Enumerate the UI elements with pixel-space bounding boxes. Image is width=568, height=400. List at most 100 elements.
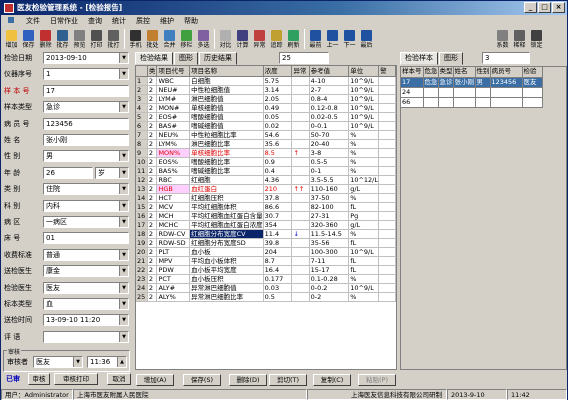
chevron-down-icon[interactable]: ▼ <box>119 331 128 342</box>
toolbar-button-phone[interactable]: 手机 <box>127 29 144 50</box>
table-row[interactable]: 14 2 HCT 红细胞压积 37.8 37-50% <box>136 193 396 203</box>
chevron-down-icon[interactable]: ▼ <box>119 282 128 293</box>
sample-row[interactable]: 24 <box>401 87 543 98</box>
action-button-4[interactable]: 复制(C) <box>313 374 351 386</box>
table-row[interactable]: 12 2 RBC 红细胞 4.36 3.5-5.5 10^12/L <box>136 175 396 185</box>
table-row[interactable]: 9 2 MON% 单核细胞比率 8.5 ↑ 3-8% <box>136 148 396 158</box>
column-header[interactable]: 危急 <box>423 67 439 78</box>
table-row[interactable]: 1 2 WBC 白细胞 5.75 4-10 10^9/L <box>136 76 396 86</box>
form-field[interactable]: 123456 <box>43 117 129 130</box>
form-field[interactable]: 26 <box>43 166 93 179</box>
table-row[interactable]: 24 2 ALY# 异常淋巴细胞值 0.03 0-0.2 10^9/L <box>136 283 396 293</box>
toolbar-button-next[interactable]: 下一 <box>341 29 358 50</box>
chevron-down-icon[interactable]: ▼ <box>119 200 128 211</box>
action-button-3[interactable]: 剪切(T) <box>269 374 307 386</box>
toolbar-button-refresh[interactable]: 刷新 <box>285 29 302 50</box>
column-header[interactable]: 异常 <box>291 66 310 77</box>
form-field[interactable]: 17 <box>43 84 129 97</box>
column-header[interactable]: 浓度 <box>263 66 293 77</box>
form-field[interactable]: 1 ▼ <box>43 68 129 81</box>
column-header[interactable]: 性别 <box>475 67 491 78</box>
toolbar-button-batch-process[interactable]: 批处 <box>144 29 161 50</box>
form-field[interactable]: 01 <box>43 232 129 245</box>
result-count-field[interactable]: 25 <box>279 52 329 64</box>
toolbar-button-print[interactable]: 打印 <box>88 29 105 50</box>
menu-item-2[interactable]: 查询 <box>83 15 107 28</box>
table-row[interactable]: 20 2 PLT 血小板 204 100-300 10^9/L <box>136 247 396 257</box>
table-row[interactable]: 23 2 PCT 血小板压积 0.177 0.1-0.28% <box>136 274 396 284</box>
toolbar-button-preview[interactable]: 预览 <box>71 29 88 50</box>
tab-1[interactable]: 图形 <box>174 52 198 65</box>
form-field[interactable]: 急诊 ▼ <box>43 101 129 114</box>
column-header[interactable]: 病员号 <box>490 67 523 78</box>
form-field[interactable]: 康金 ▼ <box>43 265 129 278</box>
toolbar-button-add[interactable]: 增加 <box>3 29 20 50</box>
toolbar-button-last[interactable]: 最后 <box>358 29 375 50</box>
age-unit-select[interactable]: 岁 ▼ <box>95 166 129 179</box>
column-header[interactable]: 项目代号 <box>156 66 191 77</box>
chevron-down-icon[interactable]: ▼ <box>119 249 128 260</box>
menu-item-1[interactable]: 日常作业 <box>45 15 83 28</box>
form-field[interactable]: ▼ <box>43 330 129 343</box>
column-header[interactable]: 类 <box>147 66 158 77</box>
sample-tab-0[interactable]: 检验样本 <box>400 52 438 65</box>
table-row[interactable]: 25 2 ALY% 异常淋巴细胞比率 0.5 0-2% <box>136 292 396 302</box>
reviewer-select[interactable]: 医友 ▼ <box>33 356 83 368</box>
table-row[interactable]: 3 2 LYM# 淋巴细胞值 2.05 0.8-4 10^9/L <box>136 94 396 104</box>
table-row[interactable]: 8 2 LYM% 淋巴细胞比率 35.6 20-40% <box>136 139 396 149</box>
toolbar-button-batch-print[interactable]: 批打 <box>105 29 122 50</box>
toolbar-button-move-column[interactable]: 移栏 <box>178 29 195 50</box>
menu-item-3[interactable]: 统计 <box>107 15 131 28</box>
column-header[interactable]: 姓名 <box>453 67 476 78</box>
menu-item-5[interactable]: 维护 <box>155 15 179 28</box>
review-time-field[interactable]: 11:36 ▲ <box>87 356 127 368</box>
chevron-down-icon[interactable]: ▼ <box>119 184 128 195</box>
toolbar-button-prev[interactable]: 上一 <box>324 29 341 50</box>
menu-item-4[interactable]: 质控 <box>131 15 155 28</box>
toolbar-button-coefficient[interactable]: 系数 <box>494 29 511 50</box>
column-header[interactable]: 检验 <box>522 67 543 78</box>
spinner-icon[interactable]: ▲ <box>117 357 126 367</box>
form-field[interactable]: 内科 ▼ <box>43 199 129 212</box>
form-field[interactable]: 住院 ▼ <box>43 183 129 196</box>
table-row[interactable]: 11 2 BAS% 嗜碱细胞比率 0.4 0-1% <box>136 166 396 176</box>
form-field[interactable]: 一病区 ▼ <box>43 216 129 228</box>
column-header[interactable]: 参考值 <box>309 66 350 77</box>
chevron-down-icon[interactable]: ▼ <box>119 53 128 63</box>
table-row[interactable]: 22 2 PDW 血小板平均宽度 16.4 15-17 fL <box>136 265 396 275</box>
chevron-down-icon[interactable]: ▼ <box>119 69 128 80</box>
tab-0[interactable]: 检验结果 <box>135 52 173 65</box>
table-row[interactable]: 5 2 EOS# 嗜酸细胞值 0.05 0.02-0.5 10^9/L <box>136 112 396 122</box>
table-row[interactable]: 16 2 MCH 平均红细胞血红蛋白含量 30.7 27-31 Pg <box>136 211 396 221</box>
toolbar-button-merge[interactable]: 合并 <box>161 29 178 50</box>
chevron-down-icon[interactable]: ▼ <box>73 357 82 367</box>
sample-tab-1[interactable]: 图形 <box>439 52 463 65</box>
table-row[interactable]: 15 2 MCV 平均红细胞体积 86.6 82-100 fL <box>136 202 396 212</box>
column-header[interactable]: 单位 <box>348 66 380 77</box>
action-button-5[interactable]: 粘贴(P) <box>358 374 396 386</box>
toolbar-button-abnormal[interactable]: 异常 <box>251 29 268 50</box>
table-row[interactable]: 10 2 EOS% 嗜酸细胞比率 0.9 0.5-5% <box>136 157 396 167</box>
form-field[interactable]: 张小刚 <box>43 134 129 146</box>
column-header[interactable]: 项目名称 <box>189 66 264 77</box>
table-row[interactable]: 6 2 BAS# 嗜碱细胞值 0.02 0-0.1 10^9/L <box>136 121 396 131</box>
toolbar-button-compare[interactable]: 对比 <box>217 29 234 50</box>
close-button[interactable]: × <box>552 2 565 13</box>
chevron-down-icon[interactable]: ▼ <box>119 151 128 162</box>
table-row[interactable]: 13 2 HGB 血红蛋白 210 ↑↑ 110-160 g/L <box>136 184 396 194</box>
form-field[interactable]: 2013-09-10 ▼ <box>43 52 129 64</box>
table-row[interactable]: 2 2 NEU# 中性粒细胞值 3.14 2-7 10^9/L <box>136 85 396 95</box>
column-header[interactable]: 类型 <box>438 67 454 78</box>
column-header[interactable] <box>136 66 148 77</box>
chevron-down-icon[interactable]: ▼ <box>119 266 128 277</box>
table-row[interactable]: 21 2 MPV 平均血小板体积 8.7 7-11 fL <box>136 256 396 266</box>
table-row[interactable]: 7 2 NEU% 中性粒细胞比率 54.6 50-70% <box>136 130 396 140</box>
form-field[interactable]: 普通 ▼ <box>43 248 129 261</box>
form-field[interactable]: 医友 ▼ <box>43 281 129 294</box>
table-row[interactable]: 18 2 RDW-CV 红细胞分布宽度CV 11.4 ↓ 11.5-14.5% <box>136 229 396 239</box>
menu-item-0[interactable]: 文件 <box>21 15 45 28</box>
sample-count-field[interactable]: 3 <box>482 52 530 64</box>
toolbar-button-delete[interactable]: 删除 <box>37 29 54 50</box>
audit-button[interactable]: 审核 <box>28 373 50 385</box>
column-header[interactable]: 样本号 <box>401 67 424 78</box>
